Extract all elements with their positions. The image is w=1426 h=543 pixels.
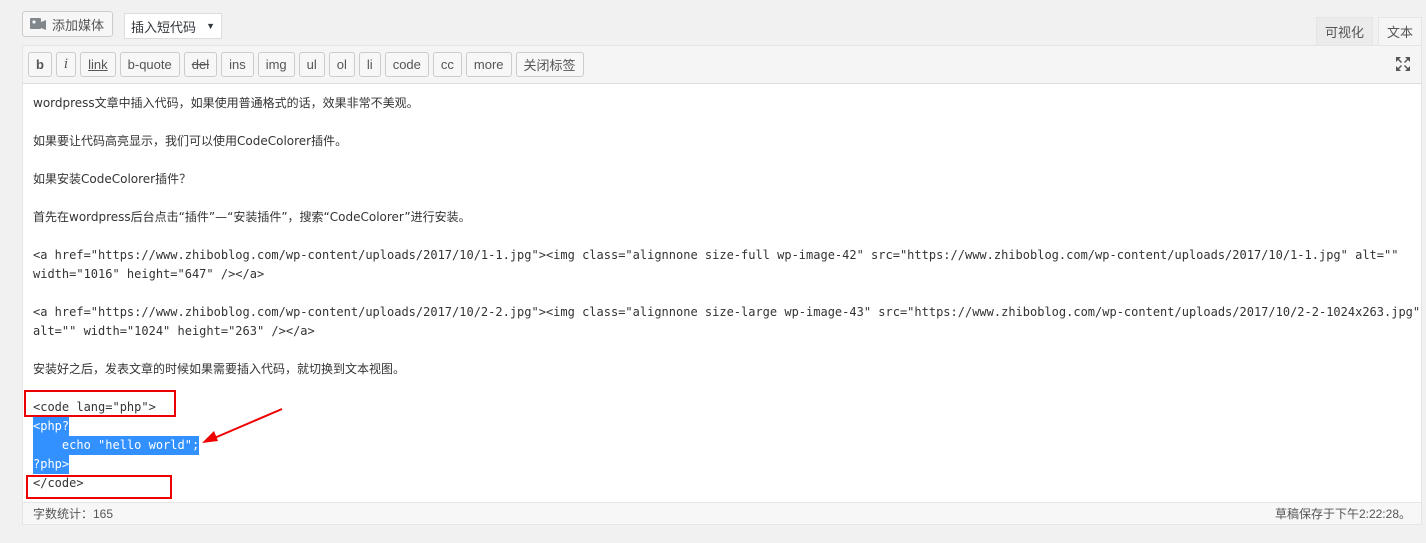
content-line: 如果安装CodeColorer插件？ [33,172,192,186]
selected-code-line: ?php> [33,455,70,474]
annotation-arrow-icon [202,408,283,443]
content-line: 首先在wordpress后台点击“插件”—“安装插件”，搜索“CodeColor… [33,210,471,224]
content-line: wordpress文章中插入代码，如果使用普通格式的话，效果非常不美观。 [33,96,419,110]
editor-top-bar: 添加媒体 插入短代码 ▼ 可视化 文本 [22,11,1422,45]
ins-button[interactable]: ins [221,52,254,77]
ol-button[interactable]: ol [328,52,355,77]
editor-tabs: 可视化 文本 [1311,17,1422,45]
media-icon [29,16,47,32]
annotation-box-open-tag [24,390,176,417]
ul-button[interactable]: ul [298,52,325,77]
blockquote-button[interactable]: b-quote [119,52,180,77]
quicktags-toolbar: b i link b-quote del ins img ul ol li co… [23,46,1421,84]
tab-visual[interactable]: 可视化 [1315,17,1373,45]
content-line: width="1016" height="647" /></a> [33,267,265,281]
insert-shortcode-select[interactable]: 插入短代码 ▼ [124,13,222,39]
content-line: 安装好之后，发表文章的时候如果需要插入代码，就切换到文本视图。 [33,362,406,376]
content-line: <a href="https://www.zhiboblog.com/wp-co… [33,248,1399,262]
status-bar: 字数统计：165 草稿保存于下午2:22:28。 [23,502,1421,524]
annotation-box-close-tag [26,475,172,499]
add-media-button[interactable]: 添加媒体 [22,11,113,37]
add-media-label: 添加媒体 [52,17,105,33]
tab-text[interactable]: 文本 [1377,17,1422,45]
chevron-down-icon: ▼ [206,21,215,31]
content-line: alt="" width="1024" height="263" /></a> [33,324,315,338]
bold-button[interactable]: b [28,52,52,77]
text-editor: b i link b-quote del ins img ul ol li co… [22,45,1422,525]
li-button[interactable]: li [358,52,381,77]
del-button[interactable]: del [183,52,218,77]
more-button[interactable]: more [465,52,512,77]
word-count: 字数统计：165 [33,507,114,521]
selected-code-line: echo "hello world"; [33,436,200,455]
italic-button[interactable]: i [55,52,77,77]
shortcode-label: 插入短代码 [131,19,197,35]
content-line: <a href="https://www.zhiboblog.com/wp-co… [33,305,1421,319]
selected-code-line: <php? [33,417,70,436]
draft-saved-status: 草稿保存于下午2:22:28。 [1274,507,1411,521]
content-line: 如果要让代码高亮显示，我们可以使用CodeColorer插件。 [33,134,348,148]
fullscreen-icon[interactable] [1395,56,1411,72]
code-button[interactable]: code [384,52,429,77]
close-tags-button[interactable]: 关闭标签 [515,52,584,77]
link-button[interactable]: link [80,52,116,77]
img-button[interactable]: img [257,52,295,77]
cc-button[interactable]: cc [432,52,462,77]
